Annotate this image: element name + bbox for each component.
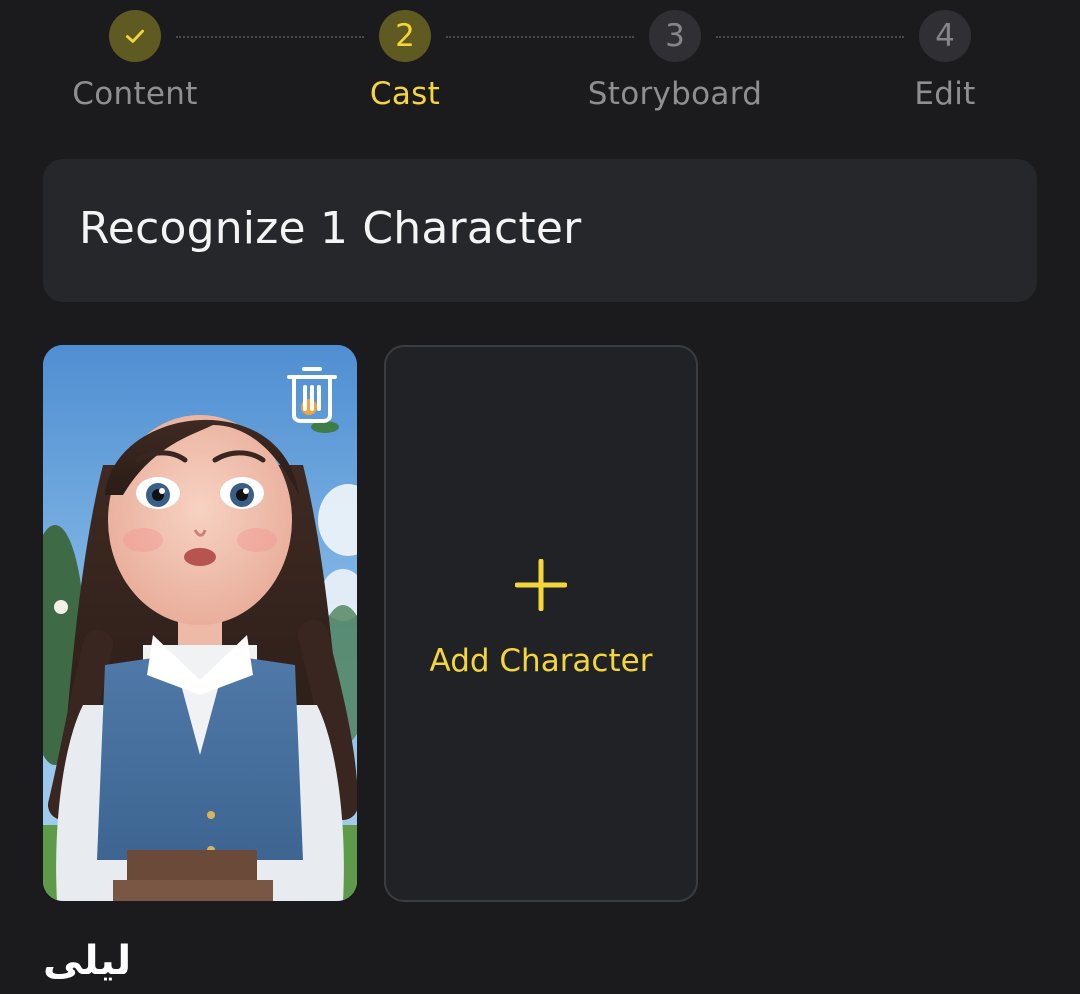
step-2-circle[interactable]: 2: [379, 10, 431, 62]
cast-screen: Content 2 Cast 3 Storyboard 4 Edit Recog…: [0, 0, 1080, 994]
recognize-card: Recognize 1 Character: [43, 159, 1037, 302]
step-connector: [716, 36, 904, 38]
character-portrait-image: [43, 345, 357, 901]
step-2-label[interactable]: Cast: [275, 76, 535, 112]
step-4-circle[interactable]: 4: [919, 10, 971, 62]
step-1-circle[interactable]: [109, 10, 161, 62]
character-name: ليلى: [43, 938, 132, 984]
trash-icon: [287, 367, 337, 423]
step-connector: [176, 36, 364, 38]
step-1-label[interactable]: Content: [5, 76, 265, 112]
add-character-label: Add Character: [429, 643, 653, 679]
step-connector: [446, 36, 634, 38]
check-icon: [126, 29, 144, 43]
recognize-title: Recognize 1 Character: [79, 203, 582, 254]
add-character-button[interactable]: Add Character: [384, 345, 698, 902]
step-3-circle[interactable]: 3: [649, 10, 701, 62]
plus-icon: [515, 559, 567, 611]
step-3-label[interactable]: Storyboard: [545, 76, 805, 112]
character-card[interactable]: [43, 345, 357, 901]
step-4-label[interactable]: Edit: [815, 76, 1075, 112]
delete-character-button[interactable]: [283, 361, 341, 425]
